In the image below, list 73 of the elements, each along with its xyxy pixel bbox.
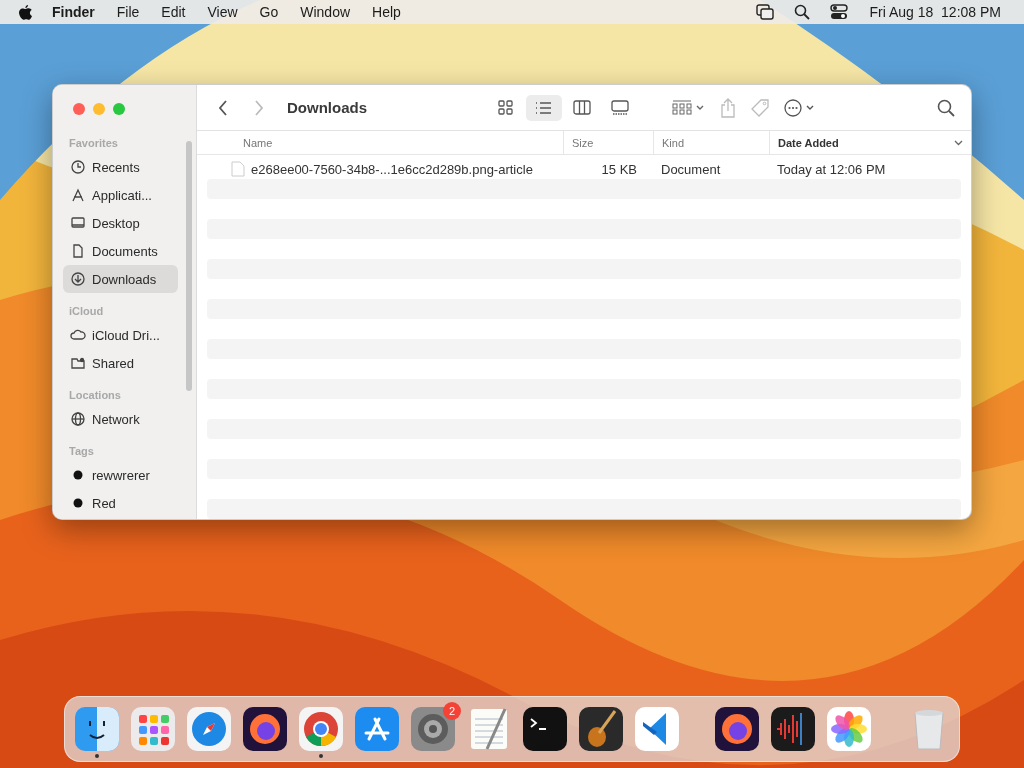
sidebar-heading: Locations xyxy=(69,389,122,401)
notification-badge: 2 xyxy=(443,702,461,720)
document-icon xyxy=(231,161,245,177)
sidebar-item[interactable]: rewwrerer xyxy=(63,461,178,489)
search-icon[interactable] xyxy=(794,4,811,20)
group-icon[interactable] xyxy=(672,99,706,116)
search-icon[interactable] xyxy=(937,98,955,117)
sidebar-item[interactable]: Recents xyxy=(63,153,178,181)
apple-logo-icon[interactable] xyxy=(18,3,33,21)
sidebar-item[interactable]: Desktop xyxy=(63,209,178,237)
sidebar-label: Documents xyxy=(92,243,158,259)
more-icon[interactable] xyxy=(784,98,816,117)
sidebar-label: iCloud Dri... xyxy=(92,327,160,343)
desktop-icon xyxy=(70,215,86,231)
menu-item[interactable]: Edit xyxy=(150,4,197,20)
list-view-button[interactable] xyxy=(526,94,562,121)
windows-icon[interactable] xyxy=(756,4,775,20)
back-icon[interactable] xyxy=(217,98,229,117)
sidebar-label: rewwrerer xyxy=(92,467,150,483)
file-name: e268ee00-7560-34b8-...1e6cc2d289b.png-article xyxy=(251,161,533,177)
menu-item[interactable]: Window xyxy=(289,4,362,20)
app-icon[interactable] xyxy=(521,705,569,753)
menu-clock[interactable]: Fri Aug 18 12:08 PM xyxy=(858,4,1012,20)
sidebar-item[interactable]: Documents xyxy=(63,237,178,265)
column-header[interactable]: Size xyxy=(563,131,653,154)
sidebar-item[interactable]: Red xyxy=(63,489,178,517)
date-cell-text: Today at 12:06 PM xyxy=(776,161,887,177)
sidebar-label: Red xyxy=(92,495,116,511)
sort-chevron-icon xyxy=(954,139,963,146)
column-header[interactable]: Name xyxy=(197,131,563,154)
doc-icon xyxy=(70,243,86,259)
clock-icon xyxy=(70,159,86,175)
column-header[interactable]: Date Added xyxy=(769,131,971,154)
shared-icon xyxy=(70,355,86,371)
app-icon[interactable] xyxy=(577,705,625,753)
control-center-icon[interactable] xyxy=(830,4,849,20)
file-row[interactable]: e268ee00-7560-34b8-...1e6cc2d289b.png-article 15 KB Document Today at 12:06 PM xyxy=(207,159,961,179)
app-icon[interactable] xyxy=(713,705,761,753)
scroll-bar[interactable] xyxy=(186,141,192,391)
sidebar-label: Applicati... xyxy=(92,187,152,203)
sidebar-heading: Tags xyxy=(69,445,95,457)
column-header[interactable]: Kind xyxy=(653,131,769,154)
close-button[interactable] xyxy=(73,103,85,115)
sidebar-label: Network xyxy=(92,411,140,427)
sidebar-label: Recents xyxy=(92,159,140,175)
sidebar-heading: Favorites xyxy=(69,137,119,149)
app-icon[interactable] xyxy=(241,705,289,753)
sidebar-label: Downloads xyxy=(92,271,157,287)
cloud-icon xyxy=(70,327,86,343)
download-icon xyxy=(70,271,86,287)
kind-cell-text: Document xyxy=(660,161,722,177)
sidebar-item[interactable]: Applicati... xyxy=(63,181,178,209)
app-icon[interactable] xyxy=(769,705,817,753)
sidebar-item[interactable]: Network xyxy=(63,405,178,433)
menu-item[interactable]: View xyxy=(196,4,249,20)
apps-icon xyxy=(70,187,86,203)
menu-item[interactable]: File xyxy=(105,4,151,20)
sidebar-item[interactable]: Shared xyxy=(63,349,178,377)
app-icon[interactable] xyxy=(73,705,121,753)
gallery-icon xyxy=(610,97,630,118)
menu-item[interactable]: Go xyxy=(248,4,290,20)
columns-icon xyxy=(572,97,592,118)
grid-icon xyxy=(496,97,516,118)
sidebar-label: Desktop xyxy=(92,215,140,231)
menu-item[interactable]: Help xyxy=(361,4,412,20)
sidebar-item[interactable]: Downloads xyxy=(63,265,178,293)
sidebar-heading: iCloud xyxy=(69,305,105,317)
app-menu[interactable]: Finder xyxy=(41,4,106,20)
size-cell-text: 15 KB xyxy=(600,161,638,177)
window-title: Downloads xyxy=(287,99,367,117)
sidebar-item[interactable]: iCloud Dri... xyxy=(63,321,178,349)
globe-icon xyxy=(70,411,86,427)
sidebar-label: Shared xyxy=(92,355,134,371)
